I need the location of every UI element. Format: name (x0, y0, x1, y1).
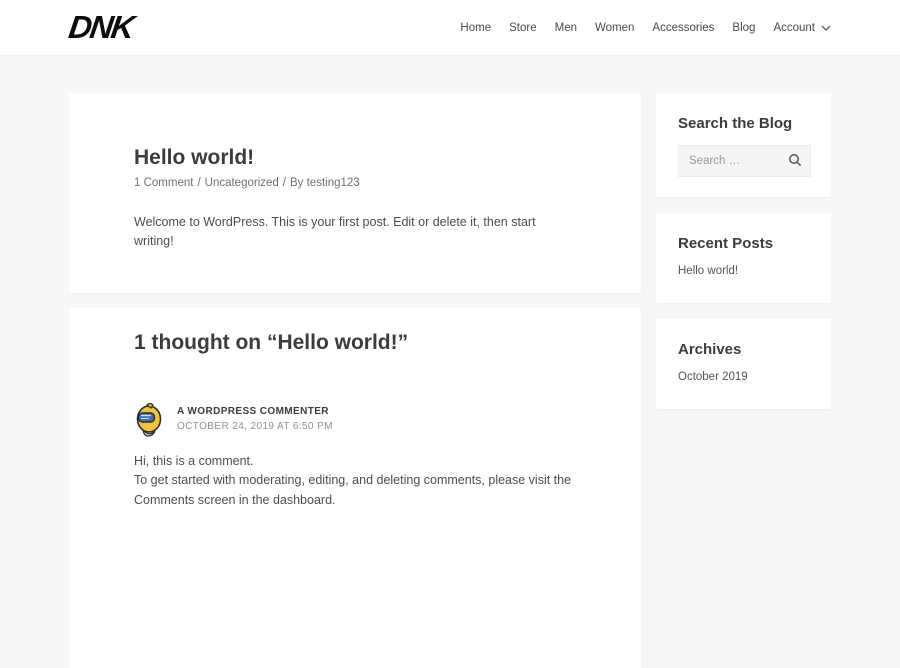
post-category-link[interactable]: Uncategorized (205, 177, 279, 189)
recent-posts-widget: Recent Posts Hello world! (656, 213, 831, 303)
post-author-link[interactable]: By testing123 (290, 177, 360, 189)
site-header: DNK Home Store Men Women Accessories Blo… (0, 0, 900, 56)
nav-item-men[interactable]: Men (555, 22, 577, 34)
search-widget-title: Search the Blog (678, 115, 811, 132)
archive-month-link[interactable]: October 2019 (678, 371, 748, 383)
sidebar: Search the Blog Recent Posts Hello world… (656, 93, 831, 425)
comment-date: OCTOBER 24, 2019 AT 6:50 PM (177, 421, 333, 432)
main-navigation: Home Store Men Women Accessories Blog Ac… (460, 22, 831, 34)
search-box (678, 145, 811, 177)
comment-body: Hi, this is a comment. To get started wi… (134, 452, 576, 510)
post-comments-link[interactable]: 1 Comment (134, 177, 193, 189)
comment-header: A WORDPRESS COMMENTER OCTOBER 24, 2019 A… (134, 402, 576, 438)
post-meta: 1 Comment / Uncategorized / By testing12… (134, 177, 576, 189)
comment-author-link[interactable]: A WORDPRESS COMMENTER (177, 406, 333, 417)
comment-item: A WORDPRESS COMMENTER OCTOBER 24, 2019 A… (134, 402, 576, 510)
nav-item-account[interactable]: Account (773, 22, 831, 34)
search-widget: Search the Blog (656, 93, 831, 197)
nav-item-women[interactable]: Women (595, 22, 634, 34)
post-card: Hello world! 1 Comment / Uncategorized /… (69, 93, 641, 293)
chevron-down-icon (821, 25, 831, 31)
comments-card: 1 thought on “Hello world!” (69, 308, 641, 668)
page-content: Hello world! 1 Comment / Uncategorized /… (69, 93, 831, 668)
nav-item-account-label: Account (773, 22, 815, 34)
post-body-text: Welcome to WordPress. This is your first… (134, 213, 576, 251)
comments-heading: 1 thought on “Hello world!” (134, 330, 576, 356)
nav-item-accessories[interactable]: Accessories (652, 22, 714, 34)
meta-separator: / (283, 177, 286, 189)
comment-byline: A WORDPRESS COMMENTER OCTOBER 24, 2019 A… (177, 402, 333, 432)
nav-item-blog[interactable]: Blog (732, 22, 755, 34)
nav-item-store[interactable]: Store (509, 22, 537, 34)
comment-text-line: To get started with moderating, editing,… (134, 471, 576, 510)
site-logo[interactable]: DNK (66, 9, 135, 46)
nav-item-home[interactable]: Home (460, 22, 491, 34)
comment-text-line: Hi, this is a comment. (134, 452, 576, 471)
post-title: Hello world! (134, 145, 576, 170)
meta-separator: / (197, 177, 200, 189)
main-column: Hello world! 1 Comment / Uncategorized /… (69, 93, 641, 668)
archives-widget: Archives October 2019 (656, 319, 831, 409)
archives-title: Archives (678, 341, 811, 358)
recent-post-link[interactable]: Hello world! (678, 265, 738, 277)
search-icon (788, 153, 802, 170)
search-button[interactable] (787, 153, 803, 169)
recent-posts-title: Recent Posts (678, 235, 811, 252)
commenter-avatar-icon (134, 402, 164, 438)
